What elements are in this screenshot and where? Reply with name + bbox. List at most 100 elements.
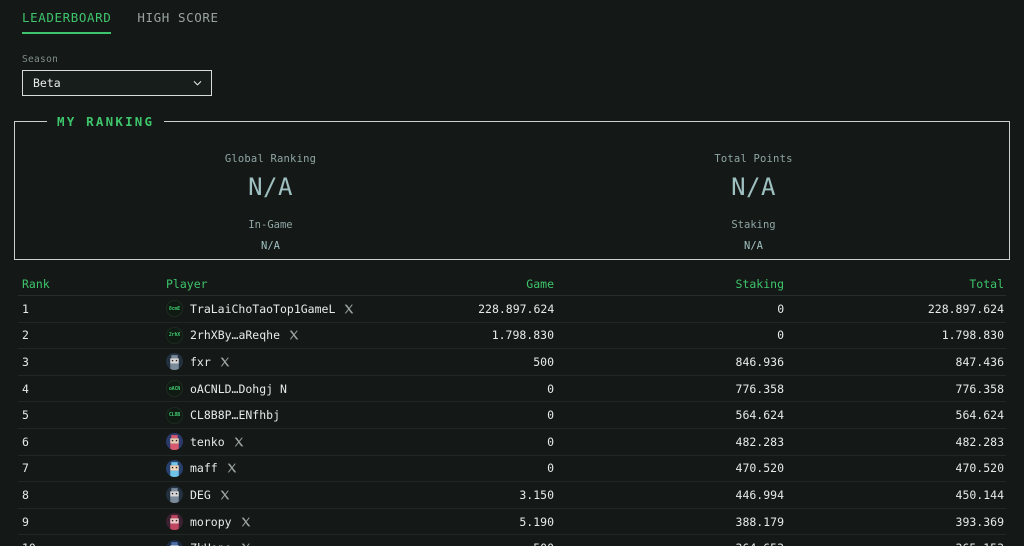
cell-game: 0 <box>547 461 554 476</box>
cell-total: 365.153 <box>784 541 1006 546</box>
cell-total: 847.436 <box>955 354 1004 369</box>
table-row[interactable]: 4 oACN oACNLD…Dohgj N 0 776.358 776.358 <box>18 376 1006 403</box>
cell-rank: 9 <box>22 514 29 529</box>
season-select[interactable]: Beta <box>22 70 212 96</box>
leaderboard-table: Rank Player Game Staking Total 1 8cmE TraL… <box>0 272 1024 546</box>
season-select-value: Beta <box>33 76 61 90</box>
tab-high-score[interactable]: HIGH SCORE <box>137 10 218 34</box>
table-row[interactable]: 1 8cmE TraLaiChoTaoTop1GameL 228.897.624 0 22… <box>18 296 1006 323</box>
player-name: tenko <box>190 434 225 449</box>
cell-game: 5.190 <box>519 514 554 529</box>
player-name: CL8B8P…ENfhbj <box>190 408 281 423</box>
player-avatar-initials: 8cmE <box>165 300 183 318</box>
player-avatar-image <box>166 433 183 451</box>
table-body: 1 8cmE TraLaiChoTaoTop1GameL 228.897.624 0 22… <box>18 296 1006 546</box>
cell-game: 1.798.830 <box>491 328 554 343</box>
season-label: Season <box>22 54 59 65</box>
player-avatar-initials: CL8B <box>166 406 183 424</box>
table-row[interactable]: 5 CL8B CL8B8P…ENfhbj 0 564.624 564.624 <box>18 402 1006 429</box>
in-game-caption: In-Game <box>248 219 293 231</box>
player-name: oACNLD…Dohgj N <box>190 381 287 396</box>
cell-player: moropy <box>88 513 354 531</box>
x-social-icon[interactable] <box>220 357 230 367</box>
cell-rank: 7 <box>22 461 29 476</box>
cell-rank: 5 <box>22 408 29 423</box>
global-ranking-stat: Global Ranking N/A In-Game N/A <box>29 137 512 259</box>
cell-staking: 482.283 <box>735 434 784 449</box>
player-avatar-image <box>166 486 183 504</box>
tab-high-score-label: HIGH SCORE <box>137 10 219 25</box>
cell-game: 500 <box>354 541 554 546</box>
season-filter: Season Beta <box>0 34 1024 96</box>
staking-caption: Staking <box>731 219 776 231</box>
x-social-icon[interactable] <box>241 517 251 527</box>
cell-game: 0 <box>547 434 554 449</box>
x-social-icon[interactable] <box>234 437 244 447</box>
player-avatar-initials: oACN <box>166 380 183 398</box>
cell-player: maff <box>88 459 354 477</box>
table-row[interactable]: 6 tenko 0 482.283 482.283 <box>18 429 1006 456</box>
cell-total: 228.897.624 <box>927 301 1005 316</box>
cell-rank: 10 <box>18 541 88 546</box>
season-select-wrapper[interactable]: Beta <box>22 70 212 96</box>
global-ranking-value: N/A <box>248 173 293 201</box>
cell-staking: 388.179 <box>735 514 784 529</box>
cell-staking: 446.994 <box>735 487 784 502</box>
table-row[interactable]: 9 moropy 5.190 388.179 393.369 <box>18 509 1006 536</box>
cell-rank: 2 <box>22 328 29 343</box>
cell-total: 564.624 <box>955 408 1004 423</box>
cell-rank: 6 <box>22 434 29 449</box>
cell-staking: 846.936 <box>735 354 784 369</box>
cell-game: 3.150 <box>519 487 554 502</box>
total-points-stat: Total Points N/A Staking N/A <box>512 137 995 259</box>
player-name: fxr <box>190 354 211 369</box>
cell-total: 1.798.830 <box>941 328 1004 343</box>
column-header-player[interactable]: Player <box>88 277 354 291</box>
table-header: Rank Player Game Staking Total <box>18 272 1006 296</box>
column-header-staking[interactable]: Staking <box>554 277 784 291</box>
x-social-icon[interactable] <box>344 304 354 314</box>
player-name: ZkHope <box>190 541 232 546</box>
cell-total: 393.369 <box>955 514 1004 529</box>
cell-player: fxr <box>88 353 354 371</box>
table-row[interactable]: 8 DEG 3.150 446.994 450.144 <box>18 482 1006 509</box>
my-ranking-panel: MY RANKING Global Ranking N/A In-Game N/… <box>14 114 1010 260</box>
cell-total: 776.358 <box>955 381 1004 396</box>
player-name: DEG <box>190 487 211 502</box>
cell-game: 0 <box>547 408 554 423</box>
tab-leaderboard[interactable]: LEADERBOARD <box>22 10 112 34</box>
cell-game: 228.897.624 <box>478 301 555 316</box>
global-ranking-caption: Global Ranking <box>224 153 317 165</box>
player-avatar-image <box>166 513 183 531</box>
table-header-row: Rank Player Game Staking Total <box>18 272 1006 296</box>
cell-staking: 470.520 <box>735 461 784 476</box>
cell-rank: 3 <box>22 354 29 369</box>
x-social-icon[interactable] <box>227 463 237 473</box>
table-row[interactable]: 7 maff 0 470.520 470.520 <box>18 456 1006 483</box>
player-name: TraLaiChoTaoTop1GameL <box>189 301 336 316</box>
cell-player: 8cmE TraLaiChoTaoTop1GameL <box>88 300 354 318</box>
table-row[interactable]: 2 2rhX 2rhXBy…aReqhe 1.798.830 0 1.798.830 <box>18 323 1006 350</box>
tab-bar: LEADERBOARD HIGH SCORE <box>0 0 1024 34</box>
in-game-value: N/A <box>261 240 280 252</box>
x-social-icon[interactable] <box>220 490 230 500</box>
player-avatar-initials: 2rhX <box>166 326 183 344</box>
column-header-total[interactable]: Total <box>784 277 1006 291</box>
player-name: maff <box>190 461 218 476</box>
table-row[interactable]: 3 fxr 500 846.936 847.436 <box>18 349 1006 376</box>
cell-staking: 0 <box>777 328 784 343</box>
cell-player: DEG <box>88 486 354 504</box>
cell-player: oACN oACNLD…Dohgj N <box>88 380 354 398</box>
cell-total: 482.283 <box>955 434 1004 449</box>
cell-player: tenko <box>88 433 354 451</box>
table-row[interactable]: 10 ZkHope 500364.653365.153 <box>18 535 1006 546</box>
player-name: 2rhXBy…aReqhe <box>190 328 281 343</box>
x-social-icon[interactable] <box>289 330 299 340</box>
tab-leaderboard-label: LEADERBOARD <box>22 10 112 25</box>
column-header-rank[interactable]: Rank <box>18 277 88 291</box>
cell-rank: 8 <box>22 487 29 502</box>
column-header-game[interactable]: Game <box>354 277 554 291</box>
cell-staking: 564.624 <box>735 408 784 423</box>
cell-game: 0 <box>547 381 554 396</box>
staking-value: N/A <box>744 240 763 252</box>
